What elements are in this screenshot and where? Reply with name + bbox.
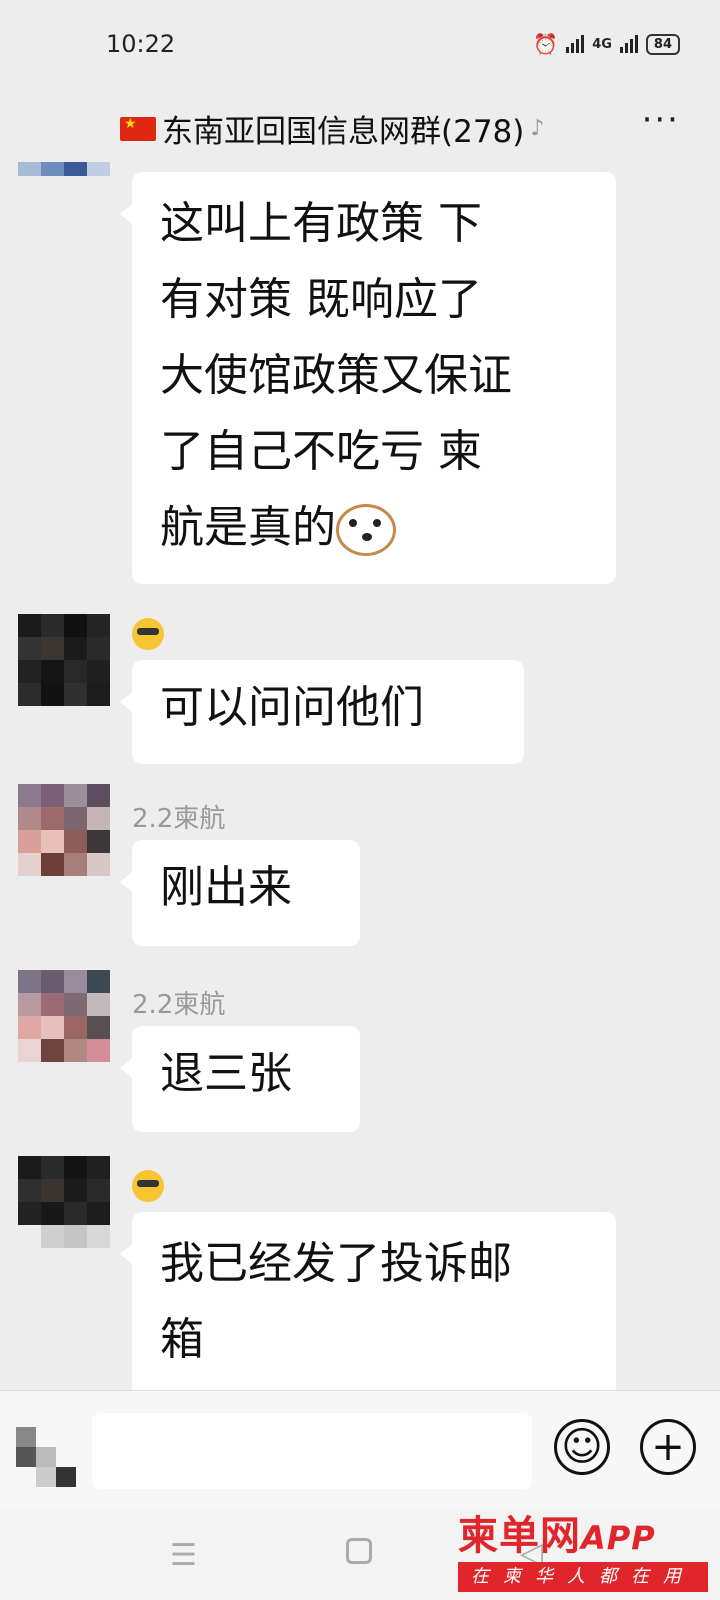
plus-icon[interactable]: + xyxy=(640,1419,696,1475)
chat-header: 东南亚回国信息网群(278) ♪ ··· xyxy=(0,90,720,162)
watermark-logo-text: 柬单网 xyxy=(458,1513,581,1559)
message-line-text: 航是真的 xyxy=(160,502,336,553)
dog-emoji-icon xyxy=(336,504,396,556)
voice-toggle-button[interactable] xyxy=(16,1427,76,1487)
chat-title: 东南亚回国信息网群(278) xyxy=(162,114,525,150)
watermark-logo-suffix: APP xyxy=(581,1519,656,1557)
watermark: 柬单网APP 在柬华人都在用 xyxy=(458,1512,708,1596)
emoji-icon[interactable]: ☺ xyxy=(554,1419,610,1475)
chat-title-area[interactable]: 东南亚回国信息网群(278) ♪ xyxy=(120,106,544,151)
chat-message-list[interactable]: 这叫上有政策 下 有对策 既响应了 大使馆政策又保证 了自己不吃亏 柬 航是真的… xyxy=(0,162,720,1390)
china-flag-icon xyxy=(120,116,156,141)
watermark-logo: 柬单网APP xyxy=(458,1512,708,1562)
avatar[interactable] xyxy=(18,162,110,204)
message-bubble[interactable]: 刚出来 xyxy=(120,840,360,946)
more-options-icon[interactable]: ··· xyxy=(642,100,680,140)
message-input[interactable] xyxy=(92,1413,532,1489)
avatar[interactable] xyxy=(18,1156,110,1248)
message-bubble[interactable]: 我已经发了投诉邮 箱 xyxy=(120,1212,616,1390)
message-line: 退三张 xyxy=(160,1048,292,1099)
sunglasses-emoji-icon xyxy=(132,1170,164,1202)
message-line: 有对策 既响应了 xyxy=(160,274,482,325)
watermark-tagline: 在柬华人都在用 xyxy=(458,1562,708,1592)
message-input-bar: ☺ + xyxy=(0,1390,720,1509)
avatar[interactable] xyxy=(18,970,110,1062)
message-line: 了自己不吃亏 柬 xyxy=(160,426,482,477)
avatar[interactable] xyxy=(18,784,110,876)
message-bubble[interactable]: 这叫上有政策 下 有对策 既响应了 大使馆政策又保证 了自己不吃亏 柬 航是真的 xyxy=(120,172,616,584)
message-bubble[interactable]: 退三张 xyxy=(120,1026,360,1132)
sender-name: 2.2柬航 xyxy=(132,804,226,834)
status-bar: 10:22 ⏰ 4G 84 xyxy=(0,0,720,90)
back-button[interactable] xyxy=(30,102,70,142)
avatar[interactable] xyxy=(18,614,110,706)
message-line: 航是真的 xyxy=(160,490,588,566)
message-line: 可以问问他们 xyxy=(160,682,424,733)
clock: 10:22 xyxy=(106,30,176,58)
signal-icon-2 xyxy=(619,35,638,53)
battery-icon: 84 xyxy=(645,33,680,55)
message-line: 刚出来 xyxy=(160,862,292,913)
sender-name xyxy=(132,1170,164,1202)
status-icons: ⏰ 4G 84 xyxy=(533,32,680,56)
sunglasses-emoji-icon xyxy=(132,618,164,650)
signal-icon xyxy=(566,35,585,53)
message-bubble[interactable]: 可以问问他们 xyxy=(120,660,524,764)
sender-name xyxy=(132,618,164,650)
alarm-icon: ⏰ xyxy=(533,32,559,56)
message-line: 大使馆政策又保证 xyxy=(160,350,512,401)
home-icon[interactable] xyxy=(346,1538,372,1564)
sender-name: 2.2柬航 xyxy=(132,990,226,1020)
message-line: 这叫上有政策 下 xyxy=(160,198,482,249)
message-line: 我已经发了投诉邮 xyxy=(160,1238,512,1289)
network-type: 4G xyxy=(592,36,612,52)
message-line: 箱 xyxy=(160,1314,204,1365)
mute-icon: ♪ xyxy=(530,116,545,141)
menu-icon[interactable]: ☰ xyxy=(170,1538,197,1573)
